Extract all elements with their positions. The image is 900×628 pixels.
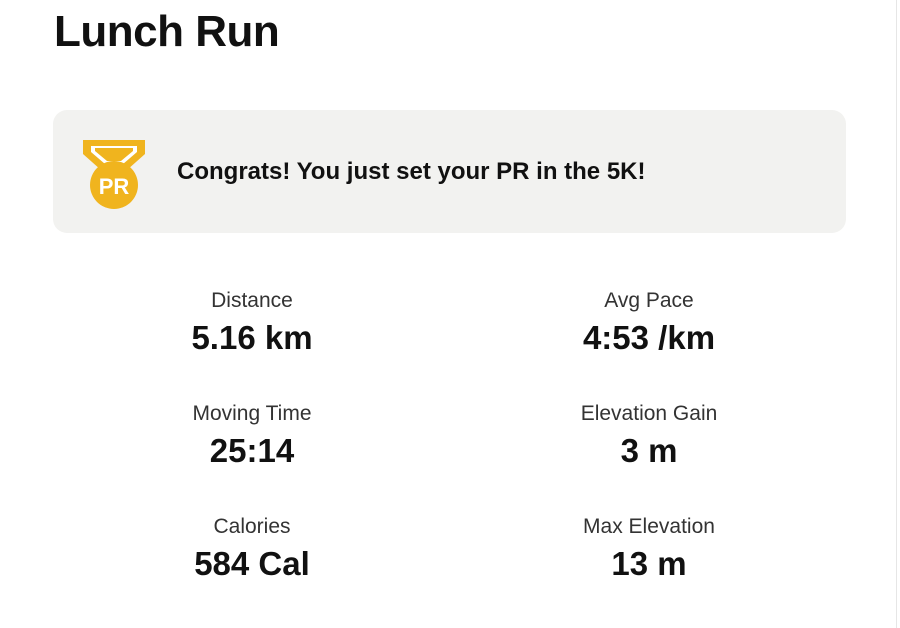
stat-value: 584 Cal (194, 545, 310, 582)
stat-calories: Calories 584 Cal (52, 512, 452, 585)
pr-message: Congrats! You just set your PR in the 5K… (177, 158, 646, 185)
stat-value: 4:53 /km (582, 319, 716, 356)
pr-medal-text: PR (99, 174, 130, 199)
pr-banner: PR Congrats! You just set your PR in the… (53, 110, 846, 233)
stat-moving-time: Moving Time 25:14 (52, 399, 452, 472)
stat-value: 3 m (620, 432, 678, 469)
pr-medal-icon: PR (79, 134, 149, 210)
stat-label: Avg Pace (604, 289, 694, 312)
edge-divider (896, 0, 897, 628)
stat-distance: Distance 5.16 km (52, 286, 452, 359)
stat-label: Distance (211, 289, 293, 312)
stat-label: Moving Time (192, 402, 312, 425)
stat-avg-pace: Avg Pace 4:53 /km (449, 286, 849, 359)
stat-value: 13 m (611, 545, 687, 582)
stat-label: Elevation Gain (580, 402, 718, 425)
stat-label: Max Elevation (583, 515, 715, 538)
stat-label: Calories (213, 515, 291, 538)
stat-elevation-gain: Elevation Gain 3 m (449, 399, 849, 472)
stat-value: 5.16 km (191, 319, 313, 356)
stat-max-elevation: Max Elevation 13 m (449, 512, 849, 585)
page-title: Lunch Run (54, 7, 280, 56)
stat-value: 25:14 (209, 432, 295, 469)
